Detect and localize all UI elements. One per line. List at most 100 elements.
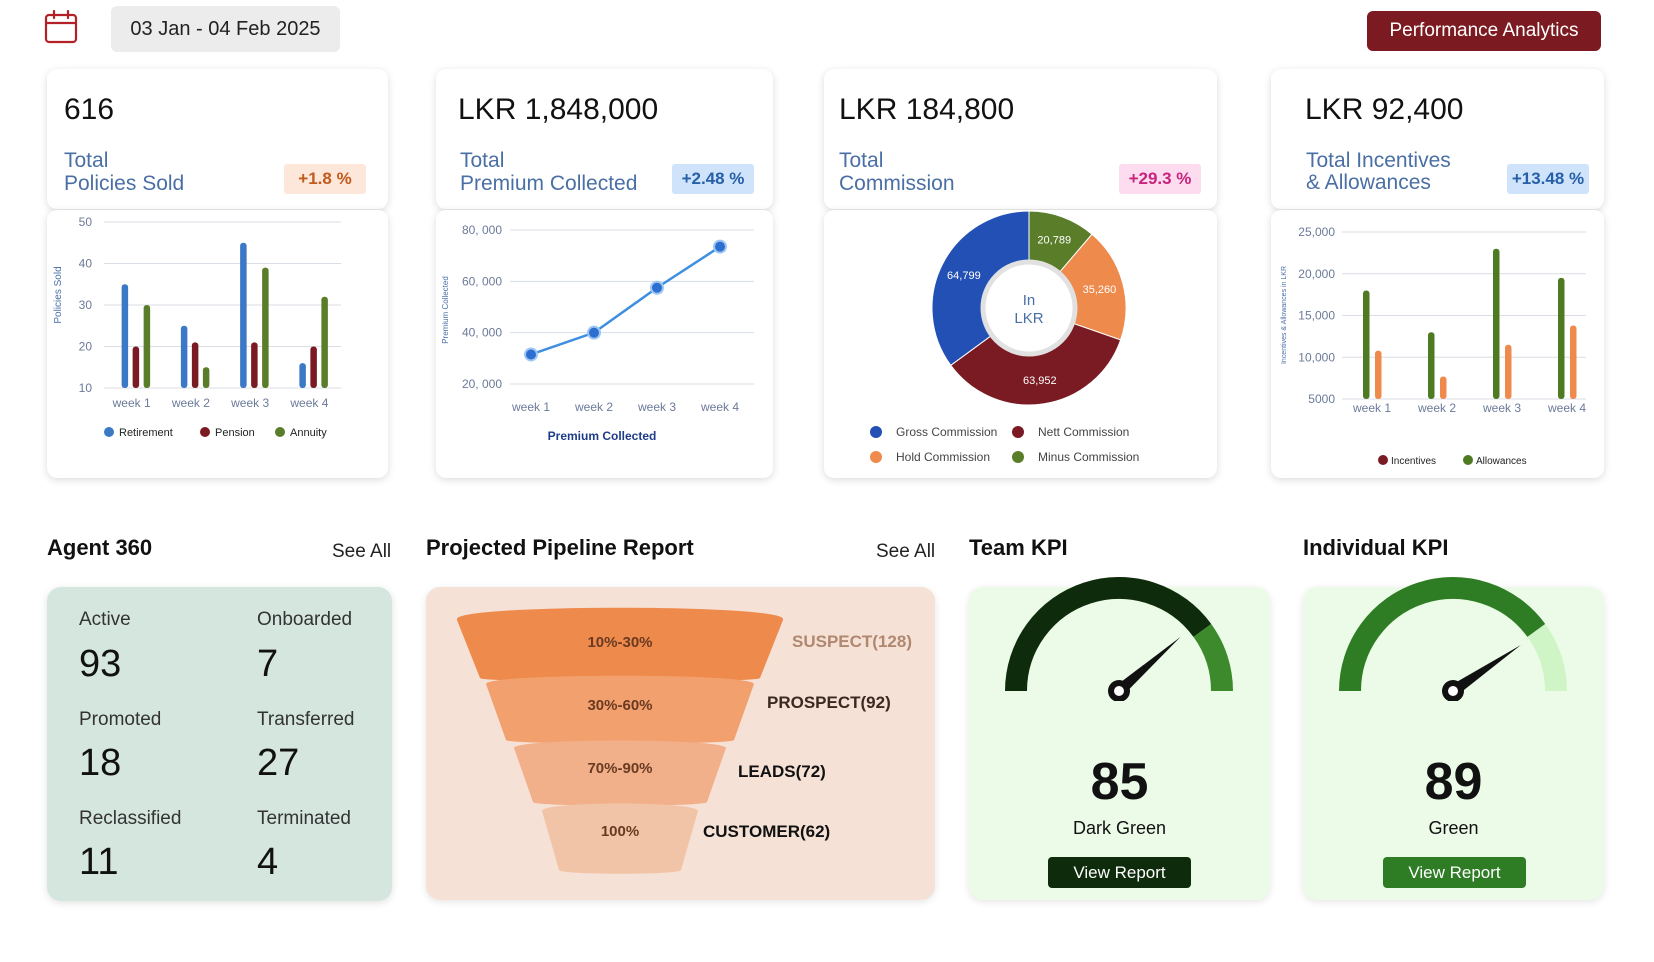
x-tick-label: week 2	[574, 400, 613, 414]
y-tick-label: 10	[79, 381, 93, 395]
y-axis-label: Premium Collected	[441, 276, 450, 344]
stat-label-promoted: Promoted	[79, 709, 162, 730]
stat-value-reclassified[interactable]: 11	[79, 841, 118, 884]
team-kpi-gauge	[1005, 577, 1233, 701]
agent360-panel: Active 93 Onboarded 7 Promoted 18 Transf…	[47, 587, 392, 901]
date-range-picker[interactable]: 03 Jan - 04 Feb 2025	[111, 6, 340, 52]
performance-analytics-button[interactable]: Performance Analytics	[1367, 11, 1601, 51]
y-tick-label: 40	[79, 257, 93, 271]
gauge-arc-main	[1005, 577, 1212, 692]
legend-marker	[200, 427, 210, 437]
y-tick-label: 20, 000	[462, 377, 502, 391]
y-tick-label: 50	[79, 215, 93, 229]
funnel-range-suspect: 10%-30%	[587, 634, 652, 651]
y-tick-label: 40, 000	[462, 326, 502, 340]
gauge-arc-tail	[1193, 623, 1233, 692]
legend-label: Incentives	[1391, 456, 1436, 467]
bar-allowances	[1363, 290, 1370, 399]
slice-label: 20,789	[1037, 235, 1071, 247]
data-point	[652, 282, 662, 293]
policies-bar-chart: 10 20 30 40 50 Policies Sold week 1 week 2 week …	[53, 215, 341, 439]
individual-kpi-gauge	[1339, 577, 1567, 701]
y-tick-label: 10,000	[1298, 350, 1335, 364]
bar-pension	[251, 342, 258, 388]
commission-donut-chart: 20,789 35,260 63,952 64,799 InLKR Gross Commi…	[870, 210, 1139, 464]
team-kpi-view-report-button[interactable]: View Report	[1048, 857, 1191, 888]
x-tick-label: week 4	[289, 396, 328, 410]
slice-label: 64,799	[947, 270, 981, 282]
team-kpi-value: 85	[1090, 753, 1149, 811]
legend-label: Retirement	[119, 427, 173, 439]
y-tick-label: 30	[79, 298, 93, 312]
x-tick-label: week 3	[637, 400, 676, 414]
legend-marker	[1012, 451, 1024, 463]
x-tick-label: week 4	[1547, 401, 1586, 415]
bar-incentives	[1375, 350, 1382, 399]
gauge-hub-center	[1448, 686, 1458, 696]
x-tick-label: week 4	[700, 400, 739, 414]
chart-card-premium: 20, 000 40, 000 60, 000 80, 000 Premium Coll…	[436, 210, 773, 478]
kpi-label-line2: Policies Sold	[64, 172, 185, 195]
bar-allowances	[1428, 332, 1435, 399]
kpi-value: LKR 92,400	[1305, 93, 1464, 126]
stat-value-terminated[interactable]: 4	[257, 841, 278, 884]
premium-line	[530, 245, 721, 356]
kpi-change-badge: +1.8 %	[284, 164, 366, 194]
bar-retirement	[240, 242, 247, 388]
gauge-hub-center	[1114, 686, 1124, 696]
funnel-range-prospect: 30%-60%	[587, 697, 652, 714]
legend-marker	[1012, 426, 1024, 438]
stat-value-active[interactable]: 93	[79, 643, 121, 686]
legend-label: Gross Commission	[896, 425, 997, 439]
legend-marker	[870, 426, 882, 438]
bar-retirement	[121, 284, 129, 388]
bar-incentives	[1505, 344, 1512, 399]
funnel-label-suspect: SUSPECT(128)	[792, 632, 912, 651]
bar-annuity	[321, 296, 328, 388]
calendar-icon[interactable]	[44, 9, 78, 44]
bar-annuity	[202, 367, 210, 388]
bar-retirement	[299, 363, 306, 388]
bar-pension	[132, 346, 140, 388]
x-tick-label: week 2	[171, 396, 210, 410]
x-tick-label: week 1	[112, 396, 151, 410]
kpi-label-line2: Premium Collected	[460, 172, 638, 195]
legend-label: Allowances	[1476, 456, 1527, 467]
incentives-bar-chart: 5000 10,000 15,000 20,000 25,000 Incentives &…	[1281, 225, 1586, 467]
kpi-label-line1: Total	[64, 149, 109, 172]
y-tick-label: 60, 000	[462, 274, 502, 288]
pipeline-panel: 10%-30% 30%-60% 70%-90% 100% SUSPECT(128…	[426, 587, 935, 900]
x-tick-label: week 3	[230, 396, 269, 410]
stat-value-promoted[interactable]: 18	[79, 742, 121, 785]
individual-kpi-view-report-button[interactable]: View Report	[1383, 857, 1526, 888]
legend-marker	[104, 427, 114, 437]
y-tick-label: 15,000	[1298, 309, 1335, 323]
kpi-value: LKR 1,848,000	[458, 93, 659, 126]
x-axis-label: Premium Collected	[548, 429, 657, 443]
kpi-card-incentives: LKR 92,400 Total Incentives & Allowances…	[1271, 69, 1604, 209]
individual-kpi-status: Green	[1428, 818, 1479, 838]
stat-value-onboarded[interactable]: 7	[257, 643, 278, 686]
kpi-card-commission: LKR 184,800 Total Commission +29.3 %	[824, 69, 1217, 209]
kpi-change-badge: +29.3 %	[1119, 164, 1201, 194]
y-tick-label: 20	[79, 340, 93, 354]
kpi-change-badge: +13.48 %	[1507, 164, 1589, 194]
bar-pension	[310, 346, 317, 388]
stat-label-onboarded: Onboarded	[257, 609, 353, 630]
gauge-arc-main	[1339, 577, 1546, 692]
y-tick-label: 80, 000	[462, 223, 502, 237]
stat-value-transferred[interactable]: 27	[257, 742, 299, 785]
kpi-label-line2: Commission	[839, 172, 955, 195]
stat-label-active: Active	[79, 609, 131, 630]
kpi-change-badge: +2.48 %	[672, 164, 754, 194]
funnel-range-customer: 100%	[601, 823, 639, 840]
bar-incentives	[1440, 376, 1447, 399]
agent360-see-all-link[interactable]: See All	[332, 541, 391, 563]
kpi-label-line1: Total Incentives	[1306, 149, 1451, 172]
data-point	[526, 349, 536, 360]
stat-label-transferred: Transferred	[257, 709, 355, 730]
pipeline-see-all-link[interactable]: See All	[876, 541, 935, 563]
y-tick-label: 20,000	[1298, 267, 1335, 281]
kpi-value: 616	[64, 93, 115, 126]
x-tick-label: week 1	[1352, 401, 1391, 415]
